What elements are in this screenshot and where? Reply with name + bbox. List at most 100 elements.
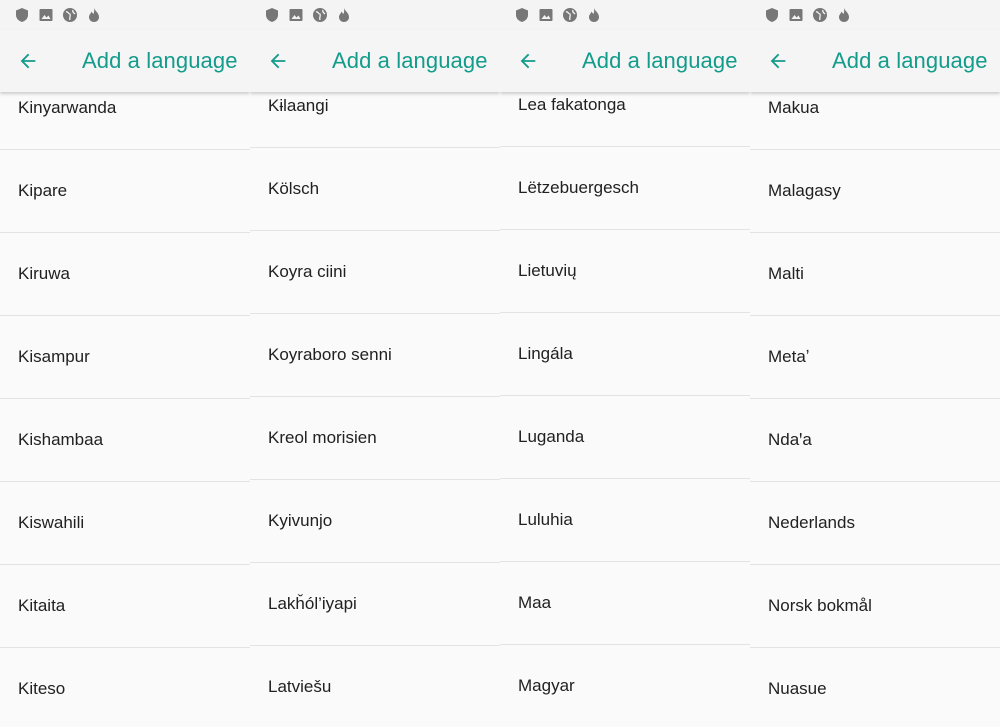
language-list-item[interactable]: Kitaita: [0, 565, 250, 648]
back-button[interactable]: [0, 30, 60, 92]
language-name: Lietuvių: [518, 261, 577, 280]
flame-icon: [86, 7, 102, 23]
language-list-item[interactable]: Lëtzebuergesch: [500, 147, 750, 230]
language-name: Kreol morisien: [268, 428, 377, 447]
image-icon: [788, 7, 804, 23]
flame-icon: [836, 7, 852, 23]
page-title: Add a language: [582, 48, 738, 73]
language-list-item[interactable]: Luganda: [500, 396, 750, 479]
arrow-back-icon: [770, 53, 786, 69]
flame-icon: [336, 7, 352, 23]
status-bar: [500, 0, 750, 30]
language-list-item[interactable]: Koyra ciini: [250, 231, 500, 314]
arrow-back-icon: [270, 53, 286, 69]
language-list-item[interactable]: Kiteso: [0, 648, 250, 727]
language-name: Luluhia: [518, 510, 573, 529]
screen-panel-2: Add a language Kɨlaangi Kölsch Koyra cii…: [250, 0, 500, 727]
language-name: Koyraboro senni: [268, 345, 392, 364]
language-list-item[interactable]: Nuasue: [750, 648, 1000, 727]
page-title: Add a language: [832, 48, 988, 73]
language-name: Kiruwa: [18, 264, 70, 283]
language-name: Norsk bokmål: [768, 596, 872, 615]
language-list-item[interactable]: Maa: [500, 562, 750, 645]
back-button[interactable]: [500, 30, 560, 92]
language-name: Maa: [518, 593, 552, 612]
language-name: Kiswahili: [18, 513, 85, 532]
language-name: Kɨlaangi: [268, 96, 329, 115]
globe-icon: [62, 7, 78, 23]
language-name: Malti: [768, 264, 804, 283]
language-name: Ndaꞌa: [768, 430, 812, 449]
language-name: Kisampur: [18, 347, 90, 366]
language-list-item[interactable]: Latviešu: [250, 646, 500, 727]
language-list-item[interactable]: Kiswahili: [0, 482, 250, 565]
shield-icon: [514, 7, 530, 23]
language-list-item[interactable]: Metaʼ: [750, 316, 1000, 399]
screen-panel-3: Add a language Lea fakatonga Lëtzebuerge…: [500, 0, 750, 727]
language-name: Lea fakatonga: [518, 95, 626, 114]
language-name: Makua: [768, 98, 820, 117]
screen-panel-4: Add a language Makua Malagasy Malti Meta…: [750, 0, 1000, 727]
app-bar: Add a language: [0, 30, 250, 92]
shield-icon: [14, 7, 30, 23]
status-bar: [0, 0, 250, 30]
language-list-item[interactable]: Kölsch: [250, 148, 500, 231]
globe-icon: [812, 7, 828, 23]
page-title: Add a language: [332, 48, 488, 73]
globe-icon: [562, 7, 578, 23]
screen-panel-1: Add a language Kinyarwanda Kipare Kiruwa…: [0, 0, 250, 727]
language-name: Metaʼ: [768, 347, 810, 366]
language-list-item[interactable]: Lakȟól’iyapi: [250, 563, 500, 646]
back-button[interactable]: [250, 30, 310, 92]
language-name: Lëtzebuergesch: [518, 178, 639, 197]
image-icon: [288, 7, 304, 23]
language-name: Kyivunjo: [268, 511, 333, 530]
app-bar: Add a language: [500, 30, 750, 92]
language-list-item[interactable]: Magyar: [500, 645, 750, 727]
language-list-item[interactable]: Kishambaa: [0, 399, 250, 482]
language-name: Kipare: [18, 181, 68, 200]
arrow-back-icon: [520, 53, 536, 69]
language-name: Nederlands: [768, 513, 855, 532]
language-name: Kitaita: [18, 596, 66, 615]
language-list-item[interactable]: Kiruwa: [0, 233, 250, 316]
language-name: Kölsch: [268, 179, 320, 198]
language-list-item[interactable]: Ndaꞌa: [750, 399, 1000, 482]
app-bar: Add a language: [250, 30, 500, 92]
language-name: Latviešu: [268, 677, 332, 696]
status-bar: [250, 0, 500, 30]
language-list-item[interactable]: Lietuvių: [500, 230, 750, 313]
shield-icon: [764, 7, 780, 23]
globe-icon: [312, 7, 328, 23]
language-list-item[interactable]: Nederlands: [750, 482, 1000, 565]
language-list-item[interactable]: Malagasy: [750, 150, 1000, 233]
language-name: Luganda: [518, 427, 585, 446]
language-name: Lakȟól’iyapi: [268, 594, 357, 613]
language-name: Kiteso: [18, 679, 66, 698]
language-name: Nuasue: [768, 679, 827, 698]
page-title: Add a language: [82, 48, 238, 73]
language-list-item[interactable]: Lingála: [500, 313, 750, 396]
language-list-item[interactable]: Kyivunjo: [250, 480, 500, 563]
language-list-item[interactable]: Kisampur: [0, 316, 250, 399]
shield-icon: [264, 7, 280, 23]
language-list-item[interactable]: Kreol morisien: [250, 397, 500, 480]
image-icon: [538, 7, 554, 23]
language-name: Kinyarwanda: [18, 98, 117, 117]
flame-icon: [586, 7, 602, 23]
language-list-item[interactable]: Kipare: [0, 150, 250, 233]
language-list-item[interactable]: Koyraboro senni: [250, 314, 500, 397]
arrow-back-icon: [20, 53, 36, 69]
language-list-item[interactable]: Luluhia: [500, 479, 750, 562]
language-list-item[interactable]: Norsk bokmål: [750, 565, 1000, 648]
language-name: Kishambaa: [18, 430, 104, 449]
language-name: Malagasy: [768, 181, 841, 200]
status-bar: [750, 0, 1000, 30]
app-bar: Add a language: [750, 30, 1000, 92]
back-button[interactable]: [750, 30, 810, 92]
language-list-item[interactable]: Malti: [750, 233, 1000, 316]
language-name: Magyar: [518, 676, 575, 695]
language-name: Lingála: [518, 344, 573, 363]
image-icon: [38, 7, 54, 23]
language-name: Koyra ciini: [268, 262, 347, 281]
